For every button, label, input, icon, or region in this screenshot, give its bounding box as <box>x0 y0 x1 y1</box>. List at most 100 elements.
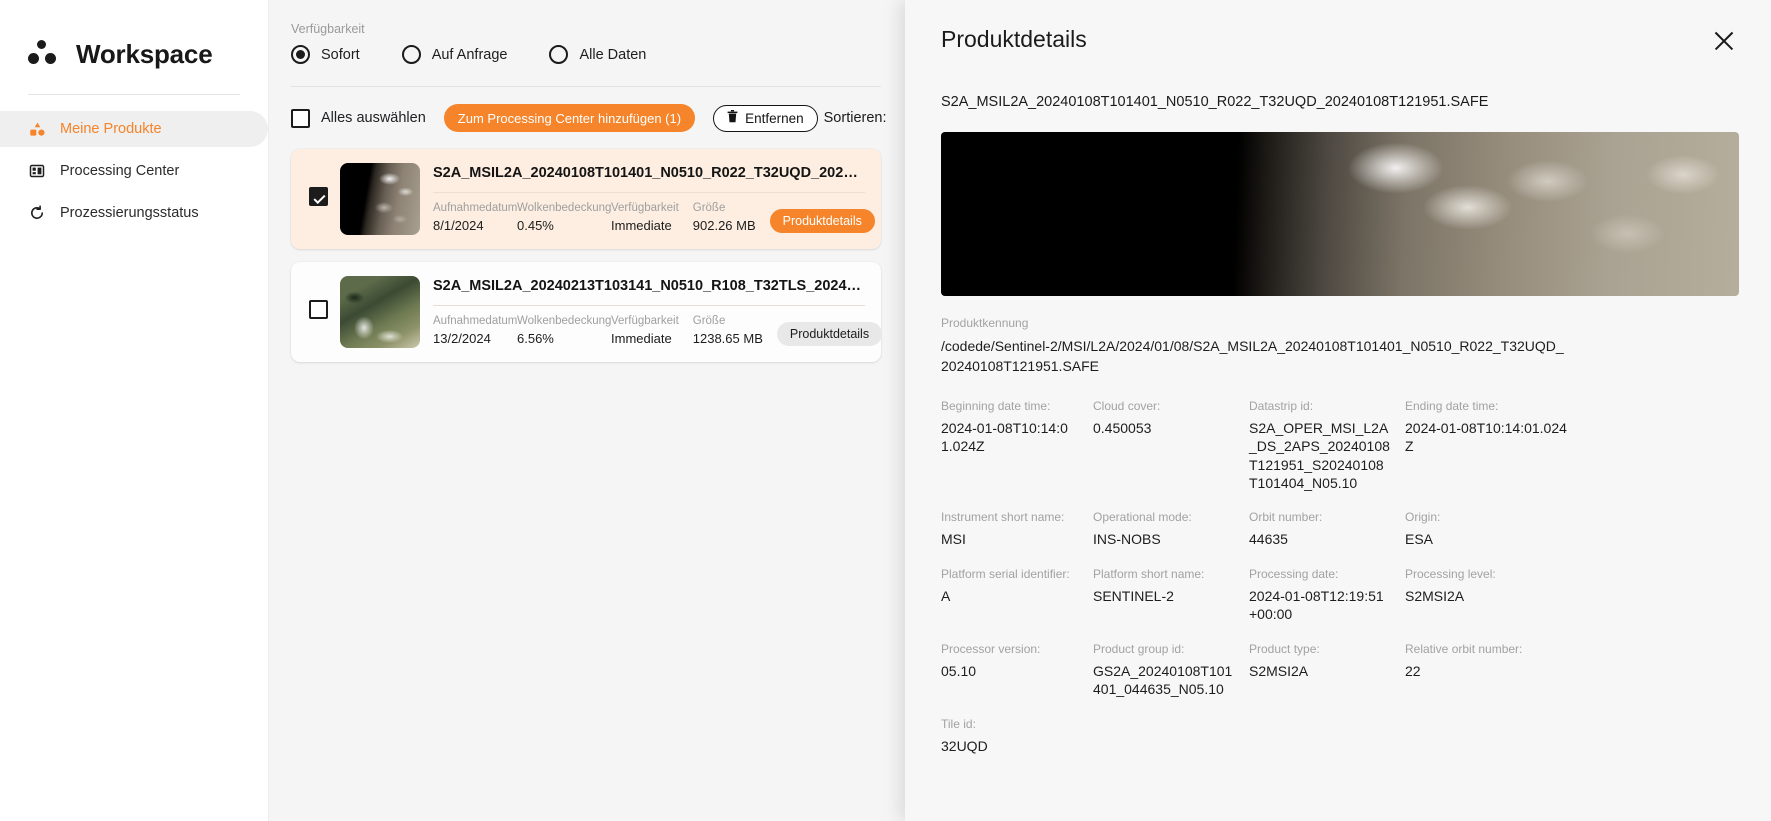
sidebar-item-prozessierungsstatus[interactable]: Prozessierungsstatus <box>0 195 268 231</box>
metadata-cell: Platform serial identifier: A <box>941 567 1093 642</box>
metadata-cell: Processing date: 2024-01-08T12:19:51+00:… <box>1249 567 1405 642</box>
product-meta-wolkenbedeckung: Wolkenbedeckung 0.45% <box>517 202 611 233</box>
metadata-cell: Orbit number: 44635 <box>1249 510 1405 566</box>
product-meta-groesse: Größe 902.26 MB <box>693 202 756 233</box>
metadata-value: GS2A_20240108T101401_044635_N05.10 <box>1093 662 1233 698</box>
metadata-key: Beginning date time: <box>941 398 1051 413</box>
meta-key: Verfügbarkeit <box>611 202 679 214</box>
metadata-key: Orbit number: <box>1249 510 1323 525</box>
product-title: S2A_MSIL2A_20240108T101401_N0510_R022_T3… <box>433 165 865 181</box>
metadata-cell: Beginning date time: 2024-01-08T10:14:01… <box>941 399 1093 511</box>
metadata-value: SENTINEL-2 <box>1093 587 1174 604</box>
metadata-cell: Operational mode: INS-NOBS <box>1093 510 1249 566</box>
meta-key: Aufnahmedatum <box>433 315 518 327</box>
product-meta-verfuegbarkeit: Verfügbarkeit Immediate <box>611 202 679 233</box>
panel-header: Produktdetails <box>941 26 1739 56</box>
select-all-row[interactable]: Alles auswählen <box>291 108 426 128</box>
radio-sofort[interactable]: Sofort <box>291 45 360 64</box>
metadata-value: S2MSI2A <box>1405 587 1465 604</box>
metadata-key: Processing level: <box>1405 566 1496 581</box>
metadata-value: ESA <box>1405 531 1434 548</box>
product-identifier-value: /codede/Sentinel-2/MSI/L2A/2024/01/08/S2… <box>941 338 1564 375</box>
meta-key: Größe <box>692 202 726 214</box>
metadata-key: Relative orbit number: <box>1405 641 1523 656</box>
meta-value: 13/2/2024 <box>433 331 491 346</box>
sort-label: Sortieren: <box>823 110 887 126</box>
availability-filter-group: Verfügbarkeit Sofort Auf Anfrage Alle Da… <box>269 22 905 87</box>
availability-filter-label: Verfügbarkeit <box>291 22 365 36</box>
satellite-scene-image-large <box>941 132 1739 296</box>
product-meta-aufnahmedatum: Aufnahmedatum 8/1/2024 <box>433 202 518 233</box>
metadata-key: Product type: <box>1249 641 1320 656</box>
sidebar-item-meine-produkte[interactable]: Meine Produkte <box>0 111 268 147</box>
product-title: S2A_MSIL2A_20240213T103141_N0510_R108_T3… <box>433 278 865 294</box>
metadata-cell: Cloud cover: 0.450053 <box>1093 399 1249 511</box>
metadata-cell: Ending date time: 2024-01-08T10:14:01.02… <box>1405 399 1585 511</box>
metadata-key: Operational mode: <box>1093 510 1192 525</box>
product-meta-groesse: Größe 1238.65 MB <box>693 315 763 346</box>
sidebar-item-processing-center[interactable]: Processing Center <box>0 153 268 189</box>
metadata-cell: Tile id: 32UQD <box>941 717 1093 773</box>
metadata-cell: Origin: ESA <box>1405 510 1585 566</box>
refresh-circle-icon <box>28 204 46 222</box>
product-card-divider <box>433 305 865 306</box>
metadata-value: MSI <box>941 531 966 548</box>
metadata-value: 32UQD <box>941 737 988 754</box>
radio-label: Alle Daten <box>579 46 647 63</box>
sidebar: Workspace Meine Produkte Processing Cent… <box>0 0 268 821</box>
select-all-checkbox[interactable] <box>291 108 310 128</box>
product-card-list: S2A_MSIL2A_20240108T101401_N0510_R022_T3… <box>269 133 905 362</box>
product-meta-row: Aufnahmedatum 13/2/2024 Wolkenbedeckung … <box>433 315 883 346</box>
metadata-cell: Instrument short name: MSI <box>941 510 1093 566</box>
metadata-cell: Product type: S2MSI2A <box>1249 642 1405 717</box>
metadata-cell: Datastrip id: S2A_OPER_MSI_L2A_DS_2APS_2… <box>1249 399 1405 511</box>
product-card[interactable]: S2A_MSIL2A_20240213T103141_N0510_R108_T3… <box>291 262 883 362</box>
metadata-key: Instrument short name: <box>941 510 1065 525</box>
metadata-key: Ending date time: <box>1405 398 1499 413</box>
list-toolbar: Alles auswählen Zum Processing Center hi… <box>269 87 905 133</box>
meta-key: Größe <box>692 315 726 327</box>
meta-key: Wolkenbedeckung <box>517 315 612 327</box>
workspace-logo-icon <box>28 40 60 68</box>
product-list-column: Verfügbarkeit Sofort Auf Anfrage Alle Da… <box>268 0 905 821</box>
meta-key: Aufnahmedatum <box>433 202 518 214</box>
radio-alle-daten[interactable]: Alle Daten <box>549 45 646 64</box>
close-icon[interactable] <box>1709 26 1739 56</box>
product-details-button[interactable]: Produktdetails <box>776 322 883 346</box>
product-card-body: S2A_MSIL2A_20240213T103141_N0510_R108_T3… <box>420 278 883 346</box>
product-card-checkbox-wrap <box>309 300 328 324</box>
remove-button[interactable]: Entfernen <box>713 104 818 132</box>
radio-dot-icon <box>549 45 569 64</box>
metadata-key: Processing date: <box>1249 566 1339 581</box>
metadata-value: S2MSI2A <box>1249 662 1309 679</box>
brand-title: Workspace <box>76 38 213 69</box>
product-card-checkbox[interactable] <box>309 187 328 206</box>
panel-title: Produktdetails <box>941 26 1087 52</box>
radio-dot-icon <box>401 45 421 64</box>
product-meta-verfuegbarkeit: Verfügbarkeit Immediate <box>611 315 679 346</box>
metadata-key: Datastrip id: <box>1249 398 1314 413</box>
metadata-cell: Processor version: 05.10 <box>941 642 1093 717</box>
meta-value: Immediate <box>611 331 672 346</box>
metadata-value: 2024-01-08T12:19:51+00:00 <box>1249 587 1384 623</box>
availability-radio-row: Sofort Auf Anfrage Alle Daten <box>291 45 881 64</box>
product-card-checkbox-wrap <box>309 187 328 211</box>
grid-chip-icon <box>28 162 46 180</box>
add-to-processing-center-button[interactable]: Zum Processing Center hinzufügen (1) <box>443 104 696 132</box>
metadata-key: Platform serial identifier: <box>941 566 1070 581</box>
product-card[interactable]: S2A_MSIL2A_20240108T101401_N0510_R022_T3… <box>291 149 881 249</box>
select-all-label: Alles auswählen <box>321 110 426 126</box>
sidebar-item-label: Processing Center <box>60 163 180 179</box>
sidebar-item-label: Meine Produkte <box>60 121 162 137</box>
metadata-value: 44635 <box>1249 531 1288 548</box>
metadata-value: 2024-01-08T10:14:01.024Z <box>1405 419 1567 455</box>
product-details-button[interactable]: Produktdetails <box>769 209 875 233</box>
radio-auf-anfrage[interactable]: Auf Anfrage <box>401 45 507 64</box>
meta-value: 902.26 MB <box>692 218 756 233</box>
metadata-value: INS-NOBS <box>1093 531 1161 548</box>
trash-icon <box>727 110 738 126</box>
metadata-value: 0.450053 <box>1093 419 1152 436</box>
panel-filename: S2A_MSIL2A_20240108T101401_N0510_R022_T3… <box>941 94 1489 110</box>
product-card-body: S2A_MSIL2A_20240108T101401_N0510_R022_T3… <box>420 165 875 233</box>
product-card-checkbox[interactable] <box>309 300 328 319</box>
